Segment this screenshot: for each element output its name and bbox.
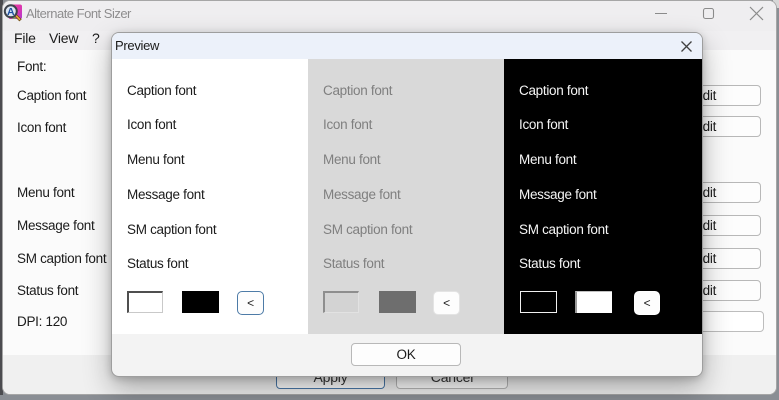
svg-text:A: A <box>7 6 15 18</box>
